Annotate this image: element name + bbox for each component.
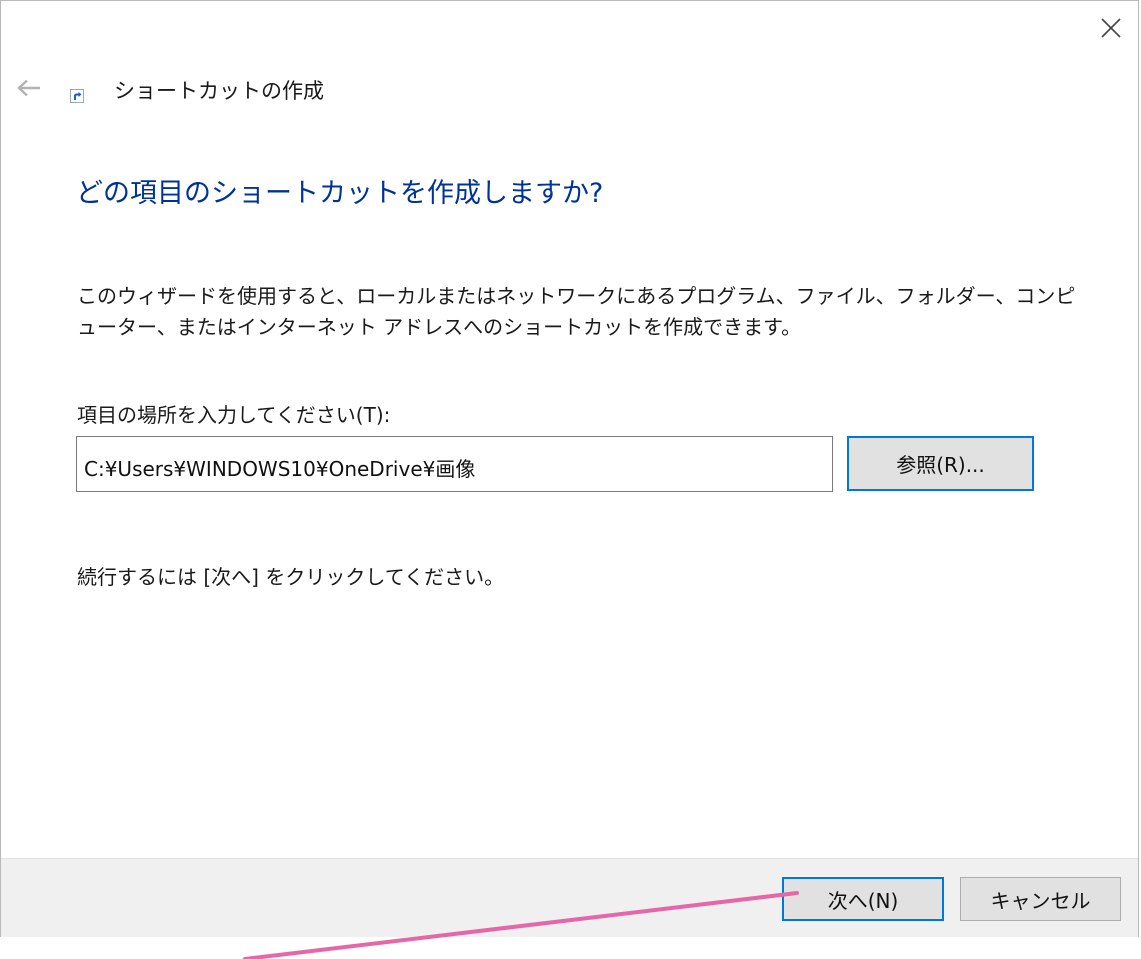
back-button[interactable] — [11, 71, 47, 105]
create-shortcut-dialog: ショートカットの作成 どの項目のショートカットを作成しますか? このウィザードを… — [0, 0, 1139, 937]
back-arrow-icon — [17, 79, 40, 97]
next-button[interactable]: 次へ(N) — [782, 877, 944, 921]
wizard-description: このウィザードを使用すると、ローカルまたはネットワークにあるプログラム、ファイル… — [77, 284, 1076, 339]
close-button[interactable] — [1089, 9, 1133, 47]
cancel-button[interactable]: キャンセル — [960, 877, 1121, 921]
location-label: 項目の場所を入力してください(T): — [77, 403, 391, 427]
browse-button[interactable]: 参照(R)... — [847, 436, 1034, 491]
shortcut-arrow-icon — [70, 89, 84, 103]
location-input[interactable] — [76, 436, 833, 492]
close-icon — [1101, 18, 1121, 38]
window-title: ショートカットの作成 — [114, 79, 324, 103]
continue-instruction: 続行するには [次へ] をクリックしてください。 — [77, 565, 505, 589]
page-heading: どの項目のショートカットを作成しますか? — [76, 178, 604, 209]
